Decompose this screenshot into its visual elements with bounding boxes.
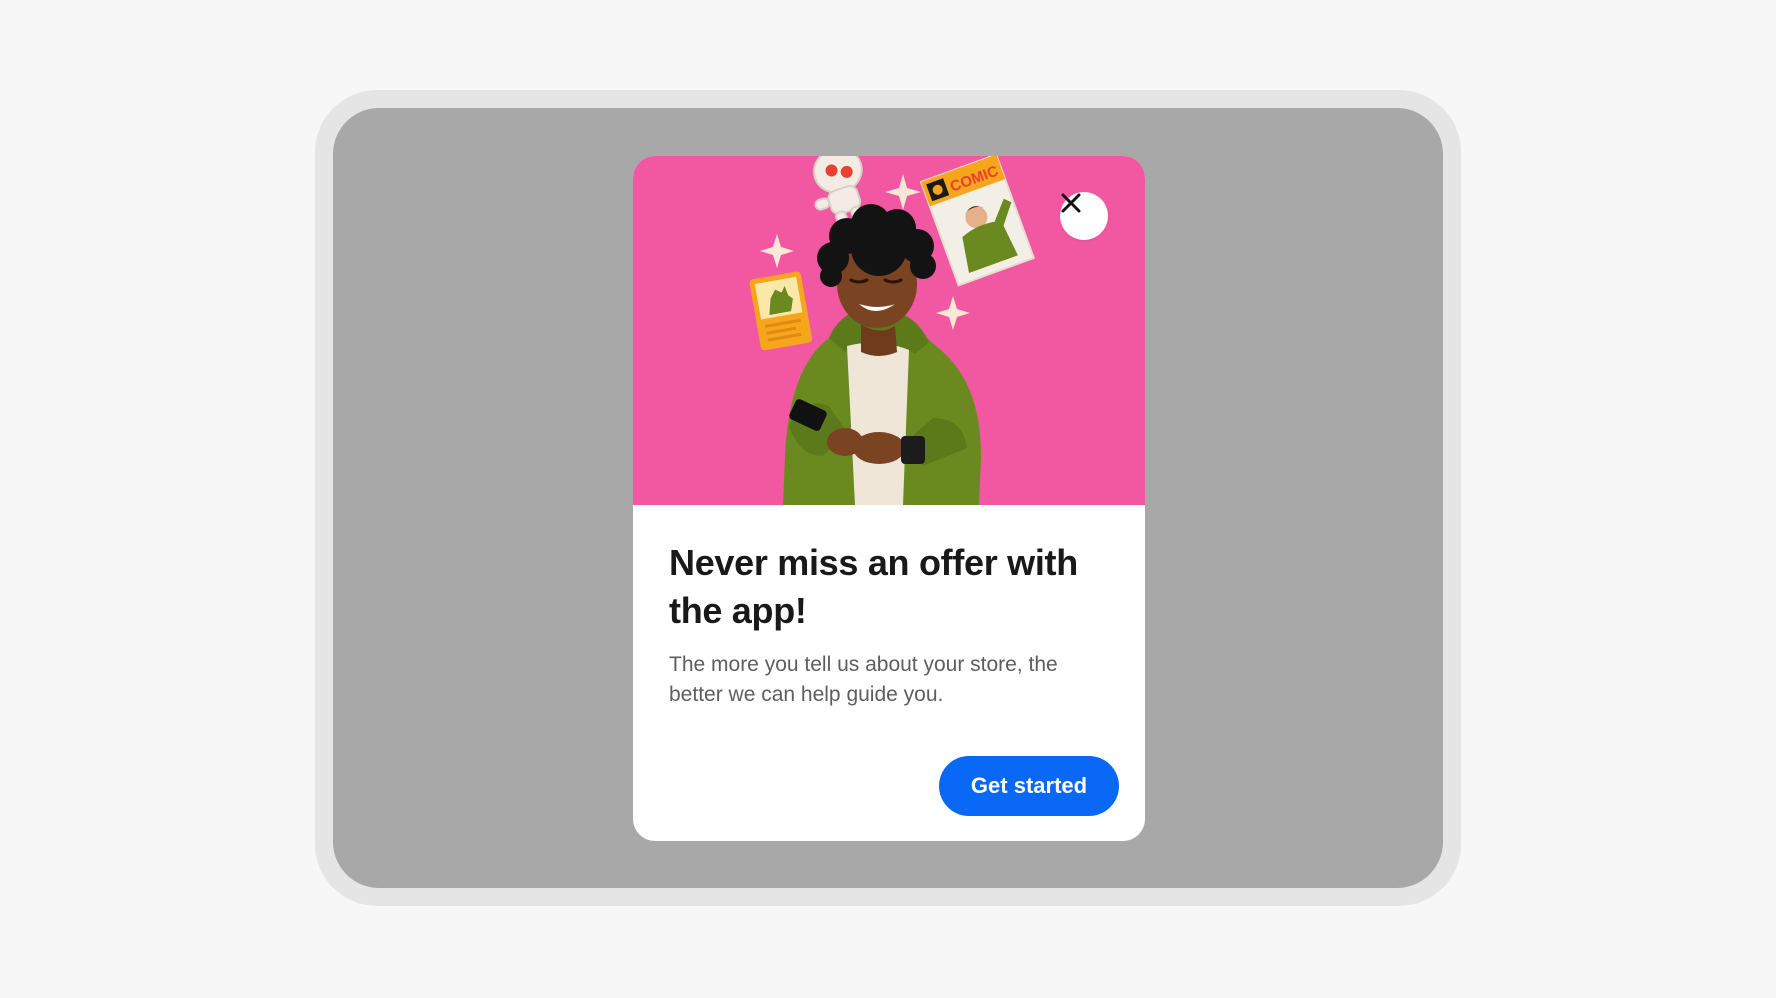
hero-illustration: COMIC (633, 156, 1145, 505)
close-icon (1061, 193, 1081, 213)
modal-description: The more you tell us about your store, t… (669, 653, 1058, 706)
close-button[interactable] (1060, 192, 1108, 240)
trading-card-icon (749, 271, 813, 351)
modal-title: Never miss an offer with the app! (669, 542, 1078, 631)
comic-book-icon: COMIC (919, 156, 1036, 287)
device-frame: COMIC Never miss an offer with the app! … (315, 90, 1461, 906)
dimmed-overlay[interactable]: COMIC Never miss an offer with the app! … (333, 108, 1443, 888)
promo-modal: COMIC Never miss an offer with the app! … (633, 156, 1145, 841)
get-started-button[interactable]: Get started (939, 756, 1119, 816)
